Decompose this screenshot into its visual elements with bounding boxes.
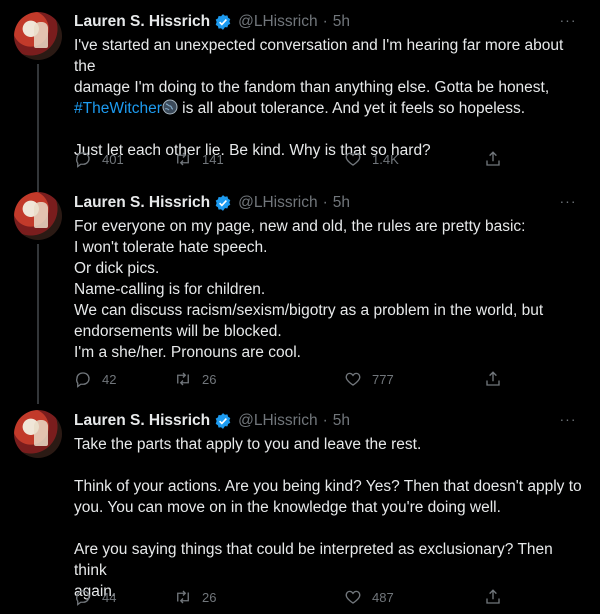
tweet-header: Lauren S. Hissrich @LHissrich · 5h: [74, 193, 350, 213]
tweet-header: Lauren S. Hissrich @LHissrich · 5h: [74, 411, 350, 431]
text-line: Think of your actions. Are you being kin…: [74, 478, 582, 495]
share-icon: [486, 371, 500, 386]
verified-badge-icon: [215, 413, 231, 429]
like-button[interactable]: 487: [344, 586, 394, 608]
like-count: 487: [372, 589, 394, 605]
reply-icon: [76, 372, 90, 388]
reply-icon: [76, 152, 90, 168]
text-line: damage I'm doing to the fandom than anyt…: [74, 79, 550, 96]
text-line: Name-calling is for children.: [74, 281, 266, 298]
text-line: Are you saying things that could be inte…: [74, 541, 553, 579]
tweet-3[interactable]: Lauren S. Hissrich @LHissrich · 5h ··· T…: [0, 404, 600, 614]
author-name[interactable]: Lauren S. Hissrich: [74, 194, 210, 212]
timestamp[interactable]: 5h: [333, 412, 350, 430]
globe-emoji-icon: [162, 99, 178, 115]
tweet-text: Take the parts that apply to you and lea…: [74, 434, 586, 602]
separator: ·: [322, 194, 328, 211]
text-line: I won't tolerate hate speech.: [74, 239, 268, 256]
retweet-icon: [177, 152, 189, 166]
like-icon: [345, 372, 361, 386]
text-line: Or dick pics.: [74, 260, 160, 277]
separator: ·: [322, 13, 328, 30]
verified-badge-icon: [215, 14, 231, 30]
reply-count: 44: [102, 589, 117, 605]
like-button[interactable]: 777: [344, 368, 394, 390]
thread-line: [37, 244, 39, 404]
retweet-button[interactable]: 26: [174, 586, 216, 608]
share-button[interactable]: [484, 368, 502, 390]
reply-count: 401: [102, 151, 124, 167]
text-line: I'm a she/her. Pronouns are cool.: [74, 344, 301, 361]
like-button[interactable]: 1.4K: [344, 148, 399, 170]
reply-button[interactable]: 401: [74, 148, 124, 170]
tweet-header: Lauren S. Hissrich @LHissrich · 5h: [74, 12, 350, 32]
like-count: 1.4K: [372, 151, 399, 167]
text-line: #TheWitcher is all about tolerance. And …: [74, 98, 586, 119]
share-icon: [486, 589, 500, 604]
timestamp[interactable]: 5h: [333, 194, 350, 212]
like-count: 777: [372, 371, 394, 387]
thread-line: [37, 64, 39, 196]
action-bar: 42 26 777: [74, 368, 514, 390]
text-line: I've started an unexpected conversation …: [74, 37, 564, 75]
avatar[interactable]: [14, 410, 62, 458]
timestamp[interactable]: 5h: [333, 13, 350, 31]
author-handle[interactable]: @LHissrich: [238, 194, 317, 212]
share-button[interactable]: [484, 586, 502, 608]
tweet-text: I've started an unexpected conversation …: [74, 35, 586, 161]
hashtag-link[interactable]: #TheWitcher: [74, 100, 162, 117]
text-line: you. You can move on in the knowledge th…: [74, 499, 501, 516]
like-icon: [345, 590, 361, 604]
tweet-2[interactable]: Lauren S. Hissrich @LHissrich · 5h ··· F…: [0, 192, 600, 404]
tweet-text: For everyone on my page, new and old, th…: [74, 216, 586, 363]
like-icon: [345, 152, 361, 166]
text-line: We can discuss racism/sexism/bigotry as …: [74, 302, 544, 319]
text-line: endorsements will be blocked.: [74, 323, 282, 340]
retweet-icon: [177, 372, 189, 386]
action-bar: 44 26 487: [74, 586, 514, 608]
more-icon[interactable]: ···: [556, 13, 580, 34]
text-line-tail: is all about tolerance. And yet it feels…: [177, 100, 526, 117]
retweet-button[interactable]: 141: [174, 148, 224, 170]
author-handle[interactable]: @LHissrich: [238, 13, 317, 31]
reply-count: 42: [102, 371, 117, 387]
retweet-count: 26: [202, 589, 217, 605]
text-line: Take the parts that apply to you and lea…: [74, 436, 422, 453]
retweet-count: 26: [202, 371, 217, 387]
author-handle[interactable]: @LHissrich: [238, 412, 317, 430]
more-icon[interactable]: ···: [556, 194, 580, 215]
avatar[interactable]: [14, 12, 62, 60]
verified-badge-icon: [215, 195, 231, 211]
retweet-icon: [177, 590, 189, 604]
reply-button[interactable]: 42: [74, 368, 116, 390]
retweet-button[interactable]: 26: [174, 368, 216, 390]
action-bar: 401 141 1.4K: [74, 148, 514, 170]
separator: ·: [322, 412, 328, 429]
share-button[interactable]: [484, 148, 502, 170]
text-line: For everyone on my page, new and old, th…: [74, 218, 526, 235]
reply-icon: [76, 590, 90, 606]
share-icon: [486, 151, 500, 166]
more-icon[interactable]: ···: [556, 412, 580, 433]
avatar[interactable]: [14, 192, 62, 240]
tweet-1[interactable]: Lauren S. Hissrich @LHissrich · 5h ··· I…: [0, 0, 600, 196]
author-name[interactable]: Lauren S. Hissrich: [74, 13, 210, 31]
author-name[interactable]: Lauren S. Hissrich: [74, 412, 210, 430]
retweet-count: 141: [202, 151, 224, 167]
reply-button[interactable]: 44: [74, 586, 116, 608]
